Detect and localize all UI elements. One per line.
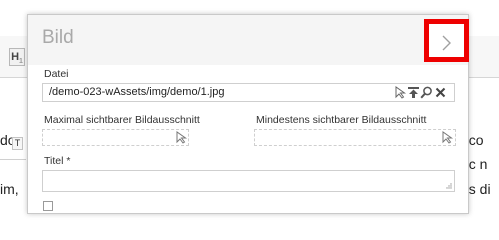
- editor-divider: [0, 159, 26, 160]
- chevron-right-icon: [442, 35, 451, 51]
- file-label: Datei: [44, 68, 69, 80]
- search-icon[interactable]: [420, 86, 433, 99]
- dialog-title: Bild: [42, 27, 74, 48]
- cursor-icon[interactable]: [441, 131, 454, 144]
- upload-icon[interactable]: [407, 86, 420, 99]
- option-checkbox[interactable]: [43, 201, 53, 211]
- file-input[interactable]: /demo-023-wAssets/img/demo/1.jpg: [42, 83, 455, 102]
- max-crop-label: Maximal sichtbarer Bildausschnitt: [44, 114, 200, 126]
- text-format-icon[interactable]: T: [12, 137, 23, 150]
- dialog-header: Bild: [28, 15, 469, 65]
- title-input[interactable]: [42, 170, 455, 192]
- title-label: Titel *: [44, 155, 71, 167]
- min-crop-label: Mindestens sichtbarer Bildausschnitt: [256, 114, 427, 126]
- heading-icon[interactable]: H1: [9, 48, 25, 66]
- editor-text-left-2: im,: [0, 181, 19, 197]
- clear-icon[interactable]: [434, 86, 447, 99]
- max-crop-field[interactable]: [42, 129, 189, 146]
- cursor-icon[interactable]: [394, 86, 407, 99]
- min-crop-field[interactable]: [254, 129, 456, 146]
- resize-grip-icon[interactable]: [445, 182, 452, 189]
- image-dialog: Bild Datei /demo-023-wAssets/img/demo/1.…: [27, 14, 469, 214]
- cursor-icon[interactable]: [175, 131, 188, 144]
- file-path-value: /demo-023-wAssets/img/demo/1.jpg: [49, 86, 225, 98]
- close-button[interactable]: [424, 19, 469, 62]
